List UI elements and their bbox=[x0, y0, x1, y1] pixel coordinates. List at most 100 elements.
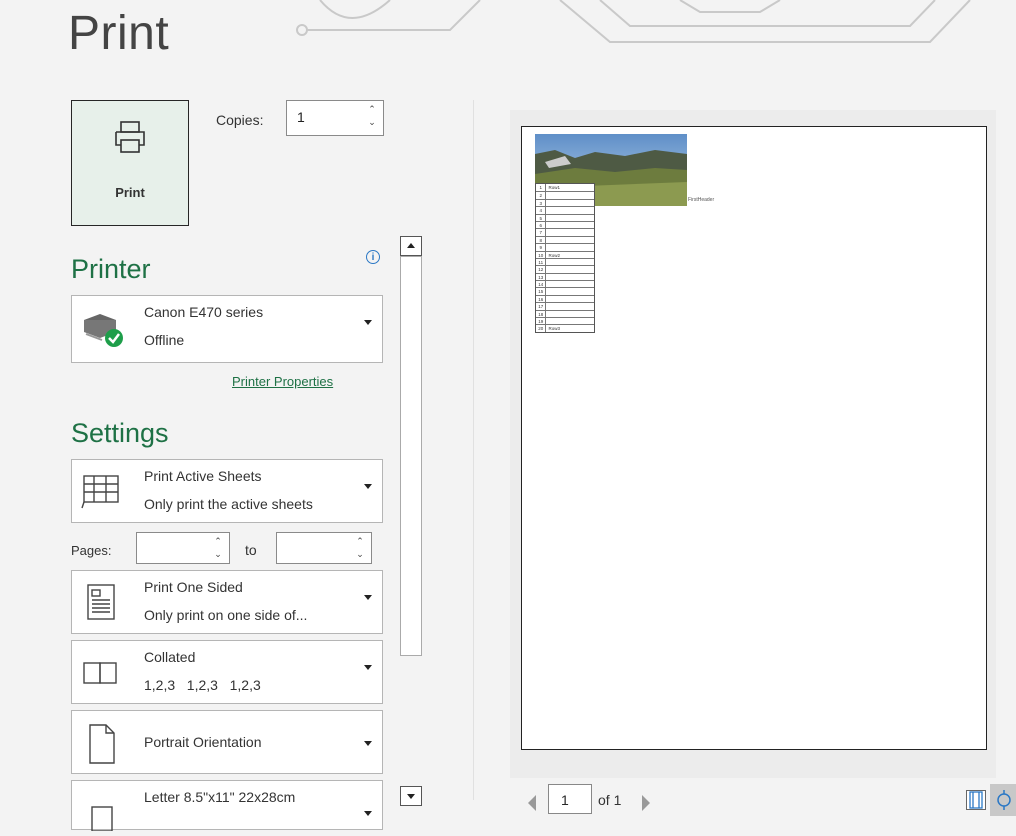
copies-value: 1 bbox=[297, 109, 305, 125]
printer-icon bbox=[112, 119, 148, 160]
preview-row-number: 5 bbox=[536, 214, 547, 221]
printer-dropdown[interactable]: Canon E470 series Offline bbox=[71, 295, 383, 363]
collation-dropdown[interactable]: Collated 1,2,3 1,2,3 1,2,3 bbox=[71, 640, 383, 704]
preview-sheet-row: 3 bbox=[536, 198, 594, 207]
triangle-down-icon bbox=[407, 794, 415, 799]
page-title: Print bbox=[68, 7, 170, 60]
paper-size-dropdown[interactable]: Letter 8.5"x11" 22x28cm bbox=[71, 780, 383, 832]
preview-cell bbox=[546, 215, 594, 221]
preview-sheet-row: 4 bbox=[536, 206, 594, 214]
preview-cell bbox=[546, 237, 594, 243]
show-margins-icon[interactable] bbox=[966, 790, 986, 810]
previous-page-arrow-icon[interactable] bbox=[528, 795, 536, 811]
chevron-down-icon bbox=[364, 665, 372, 670]
copies-label: Copies: bbox=[216, 112, 264, 128]
decorative-circuit-art bbox=[296, 0, 971, 43]
copies-input[interactable]: 1 ⌃ ⌄ bbox=[286, 100, 384, 136]
orientation-title: Portrait Orientation bbox=[144, 734, 262, 750]
preview-sheet-row: 17 bbox=[536, 302, 594, 310]
preview-sheet-row: 18 bbox=[536, 309, 594, 318]
sides-dropdown[interactable]: Print One Sided Only print on one side o… bbox=[71, 570, 383, 634]
preview-row-number: 9 bbox=[536, 244, 547, 251]
preview-sheet-row: 10 Row2 bbox=[536, 250, 594, 258]
settings-heading: Settings bbox=[71, 418, 169, 448]
collation-title: Collated bbox=[144, 649, 196, 665]
printer-properties-link[interactable]: Printer Properties bbox=[232, 374, 333, 389]
printer-heading: Printer bbox=[71, 254, 151, 284]
printer-ready-icon bbox=[80, 306, 123, 347]
copies-stepper-icon[interactable]: ⌃ ⌄ bbox=[367, 103, 377, 129]
preview-cell bbox=[546, 281, 594, 287]
printer-status: Offline bbox=[144, 332, 185, 348]
preview-row-number: 2 bbox=[536, 192, 547, 199]
print-what-title: Print Active Sheets bbox=[144, 468, 262, 484]
scroll-up-button[interactable] bbox=[400, 236, 422, 256]
preview-cell bbox=[546, 318, 594, 324]
preview-row-number: 3 bbox=[536, 199, 547, 207]
preview-sheet-row: 14 bbox=[536, 280, 594, 288]
print-what-subtitle: Only print the active sheets bbox=[144, 496, 313, 512]
chevron-down-icon bbox=[364, 320, 372, 325]
preview-cell bbox=[546, 303, 594, 309]
info-icon[interactable]: i bbox=[366, 250, 380, 264]
pages-from-input[interactable]: ⌃ ⌄ bbox=[136, 532, 230, 564]
preview-row-number: 1 bbox=[536, 184, 547, 192]
preview-sheet-row: 8 bbox=[536, 235, 594, 244]
pages-from-stepper-icon[interactable]: ⌃ ⌄ bbox=[213, 535, 223, 561]
sides-subtitle: Only print on one side of... bbox=[144, 607, 308, 623]
one-sided-icon bbox=[80, 581, 120, 621]
print-what-dropdown[interactable]: Print Active Sheets Only print the activ… bbox=[71, 459, 383, 523]
paper-size-title: Letter 8.5"x11" 22x28cm bbox=[144, 789, 296, 805]
print-button-label: Print bbox=[115, 185, 145, 200]
pages-to-label: to bbox=[245, 542, 257, 558]
scroll-down-button[interactable] bbox=[400, 786, 422, 806]
sides-title: Print One Sided bbox=[144, 579, 243, 595]
orientation-dropdown[interactable]: Portrait Orientation bbox=[71, 710, 383, 774]
preview-row-number: 15 bbox=[536, 288, 547, 295]
preview-cell bbox=[546, 207, 594, 213]
preview-cell bbox=[546, 229, 594, 235]
portrait-orientation-icon bbox=[80, 721, 120, 764]
chevron-down-icon bbox=[364, 484, 372, 489]
preview-cell bbox=[546, 288, 594, 294]
preview-sheet-row: 20 Row3 bbox=[536, 324, 594, 332]
preview-row-number: 16 bbox=[536, 295, 547, 303]
preview-cell: Row3 bbox=[548, 326, 560, 332]
scrollbar-thumb[interactable] bbox=[400, 256, 422, 656]
preview-row-number: 7 bbox=[536, 229, 547, 236]
panel-divider bbox=[473, 100, 474, 800]
pages-to-stepper-icon[interactable]: ⌃ ⌄ bbox=[355, 535, 365, 561]
preview-row-number: 6 bbox=[536, 221, 547, 229]
pages-label: Pages: bbox=[71, 543, 112, 558]
preview-sheet-row: 16 bbox=[536, 294, 594, 303]
current-page-input[interactable]: 1 bbox=[548, 784, 592, 814]
preview-row-number: 19 bbox=[536, 318, 547, 325]
collated-icon bbox=[80, 651, 120, 691]
preview-row-number: 10 bbox=[536, 251, 547, 258]
next-page-arrow-icon[interactable] bbox=[642, 795, 650, 811]
chevron-down-icon bbox=[364, 741, 372, 746]
preview-cell: Row1 bbox=[548, 185, 560, 190]
preview-sheet-row: 6 bbox=[536, 220, 594, 229]
page-count-label: of 1 bbox=[598, 792, 622, 808]
preview-row-number: 20 bbox=[536, 325, 547, 332]
zoom-to-page-icon[interactable] bbox=[990, 784, 1016, 816]
preview-row-number: 4 bbox=[536, 207, 547, 214]
preview-cell bbox=[546, 192, 594, 198]
active-sheets-icon bbox=[80, 470, 120, 510]
preview-row-number: 12 bbox=[536, 266, 547, 273]
preview-sheet-row: 2 bbox=[536, 191, 594, 199]
print-button[interactable]: Print bbox=[71, 100, 189, 226]
preview-row-number: 13 bbox=[536, 273, 547, 281]
preview-sheet-row: 12 bbox=[536, 265, 594, 273]
chevron-down-icon bbox=[364, 595, 372, 600]
preview-sheet-row: 11 bbox=[536, 257, 594, 266]
preview-sheet-row: 1 Row1 bbox=[536, 184, 594, 192]
preview-row-number: 14 bbox=[536, 281, 547, 288]
preview-sheet-row: 15 bbox=[536, 287, 594, 295]
pages-to-input[interactable]: ⌃ ⌄ bbox=[276, 532, 372, 564]
preview-cell bbox=[546, 311, 594, 317]
preview-row-number: 8 bbox=[536, 236, 547, 244]
preview-sheet-row: 9 bbox=[536, 243, 594, 251]
triangle-up-icon bbox=[407, 243, 415, 248]
